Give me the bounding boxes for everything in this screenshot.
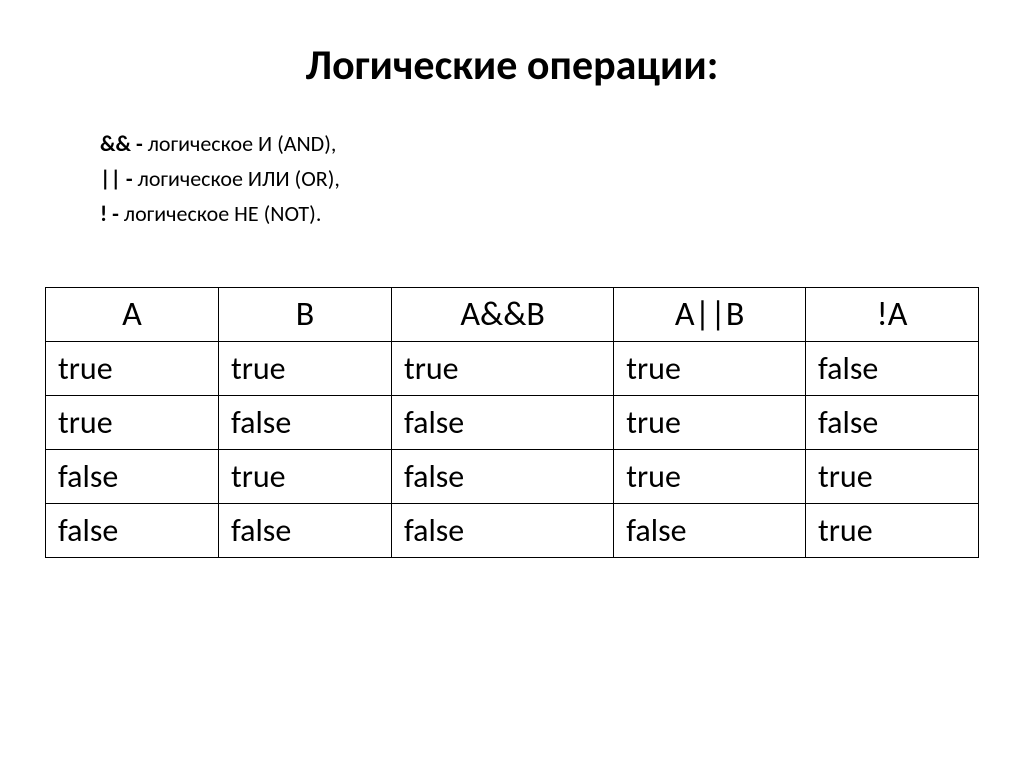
definition-and: && - логическое И (AND), bbox=[100, 126, 979, 161]
cell: false bbox=[806, 395, 979, 449]
table-header-row: A B A&&B A||B !A bbox=[46, 287, 979, 341]
table-row: false true false true true bbox=[46, 449, 979, 503]
definition-or: || - логическое ИЛИ (OR), bbox=[100, 161, 979, 196]
header-and: A&&B bbox=[391, 287, 613, 341]
header-or: A||B bbox=[614, 287, 806, 341]
cell: false bbox=[391, 503, 613, 557]
cell: false bbox=[391, 449, 613, 503]
cell: true bbox=[806, 449, 979, 503]
definition-not: ! - логическое НЕ (NOT). bbox=[100, 196, 979, 231]
cell: false bbox=[46, 503, 219, 557]
table-row: true false false true false bbox=[46, 395, 979, 449]
cell: true bbox=[614, 449, 806, 503]
page-title: Логические операции: bbox=[45, 40, 979, 91]
cell: true bbox=[46, 341, 219, 395]
table-row: false false false false true bbox=[46, 503, 979, 557]
header-b: B bbox=[218, 287, 391, 341]
cell: false bbox=[806, 341, 979, 395]
desc-not: логическое НЕ (NOT). bbox=[124, 200, 322, 227]
definitions-list: && - логическое И (AND), || - логическое… bbox=[100, 126, 979, 232]
header-a: A bbox=[46, 287, 219, 341]
cell: false bbox=[218, 503, 391, 557]
cell: true bbox=[46, 395, 219, 449]
cell: false bbox=[614, 503, 806, 557]
cell: true bbox=[614, 395, 806, 449]
cell: true bbox=[218, 341, 391, 395]
cell: false bbox=[218, 395, 391, 449]
cell: true bbox=[391, 341, 613, 395]
cell: false bbox=[391, 395, 613, 449]
cell: true bbox=[218, 449, 391, 503]
cell: false bbox=[46, 449, 219, 503]
operator-not: ! - bbox=[100, 200, 124, 227]
desc-or: логическое ИЛИ (OR), bbox=[138, 165, 340, 192]
header-not: !A bbox=[806, 287, 979, 341]
cell: true bbox=[614, 341, 806, 395]
table-row: true true true true false bbox=[46, 341, 979, 395]
operator-or: || - bbox=[100, 165, 138, 192]
cell: true bbox=[806, 503, 979, 557]
truth-table: A B A&&B A||B !A true true true true fal… bbox=[45, 287, 979, 558]
desc-and: логическое И (AND), bbox=[148, 130, 337, 157]
operator-and: && - bbox=[100, 130, 148, 157]
